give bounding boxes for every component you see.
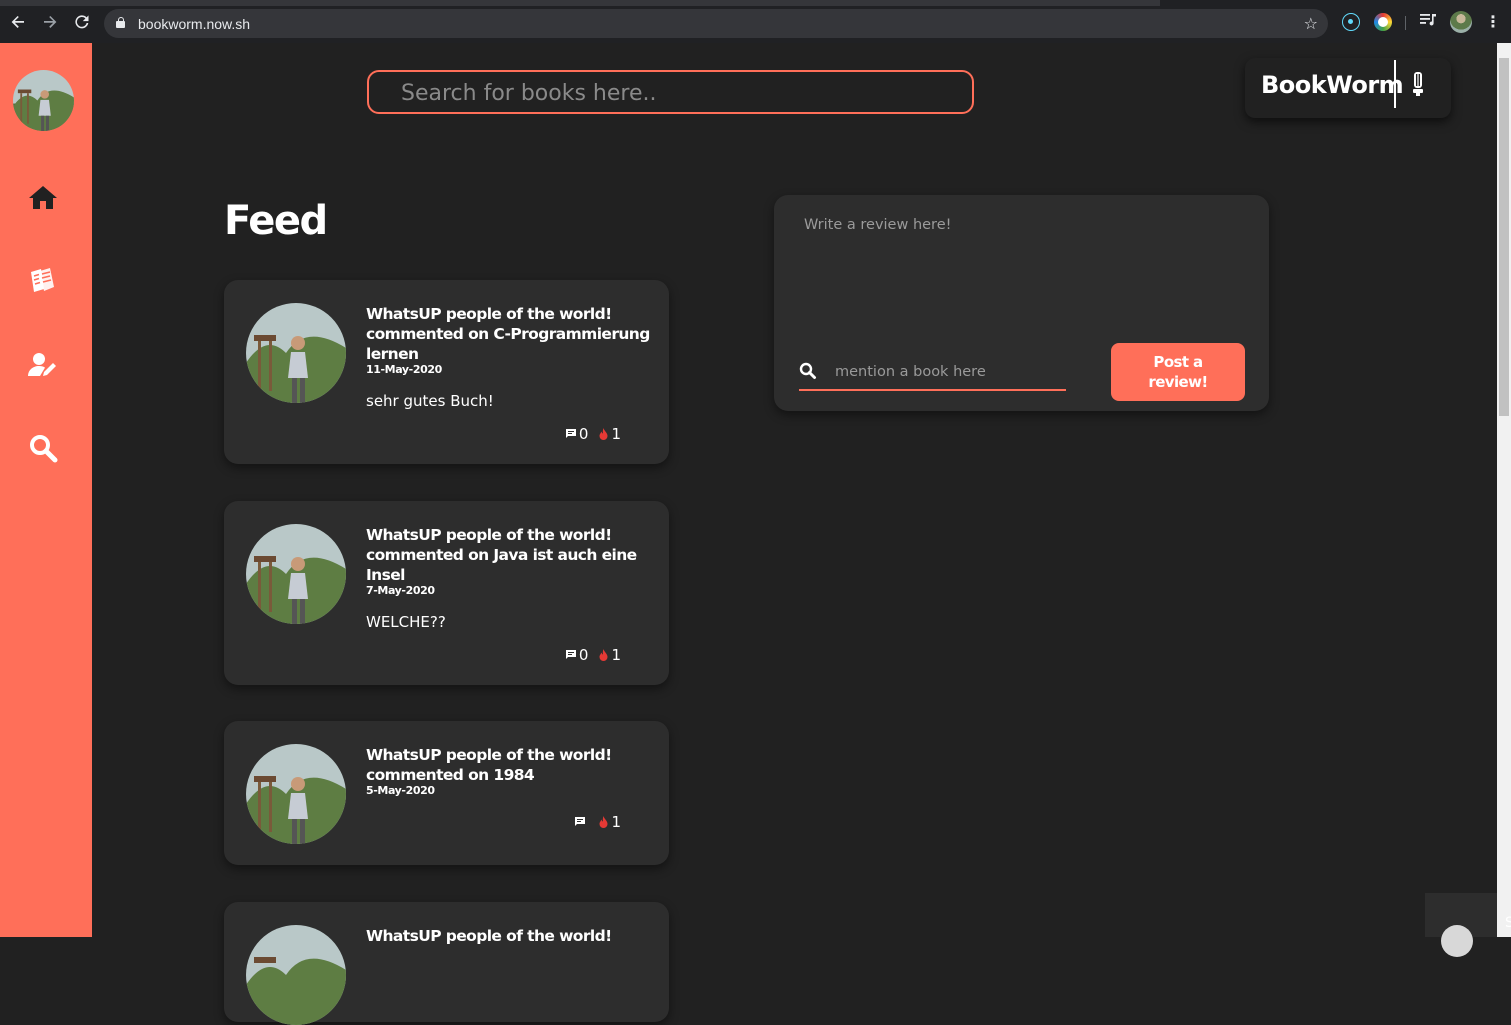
profile-avatar-icon[interactable] — [1450, 11, 1472, 33]
user-edit-icon[interactable] — [26, 348, 62, 384]
flame-icon — [599, 816, 608, 828]
lock-icon — [116, 17, 125, 28]
post-avatar[interactable] — [246, 524, 346, 624]
post-heading: WhatsUP people of the world! commented o… — [366, 525, 651, 585]
comment-count-value: 0 — [578, 646, 589, 664]
scrollbar-thumb[interactable] — [1499, 58, 1509, 416]
post-text: sehr gutes Buch! — [366, 392, 494, 410]
home-icon[interactable] — [26, 181, 62, 217]
comment-icon — [565, 650, 576, 659]
feed-title: Feed — [224, 198, 328, 244]
like-count-value: 1 — [611, 646, 621, 664]
address-bar[interactable]: bookworm.now.sh ☆ — [104, 9, 1328, 38]
url-text: bookworm.now.sh — [138, 16, 251, 32]
user-avatar[interactable] — [13, 70, 74, 131]
post-action[interactable]: commented on Java ist auch eine Insel — [366, 545, 651, 585]
page-scrollbar[interactable] — [1497, 43, 1511, 937]
post-text: WELCHE?? — [366, 613, 446, 631]
back-icon[interactable] — [9, 13, 27, 31]
like-count-value: 1 — [611, 813, 621, 831]
lamp-icon[interactable] — [1411, 72, 1425, 96]
post-stats: 0 1 — [555, 425, 621, 443]
comment-count[interactable]: 0 — [565, 646, 589, 664]
post-date: 5-May-2020 — [366, 784, 435, 797]
post-heading: WhatsUP people of the world! — [366, 926, 651, 946]
flame-icon — [599, 649, 608, 661]
feed-post[interactable]: WhatsUP people of the world! commented o… — [224, 280, 669, 464]
book-search-box[interactable] — [367, 70, 974, 114]
search-icon[interactable] — [26, 431, 62, 467]
post-heading: WhatsUP people of the world! commented o… — [366, 745, 651, 785]
books-icon[interactable] — [26, 263, 62, 299]
comment-count[interactable] — [575, 817, 588, 827]
post-stats: 0 1 — [555, 646, 621, 664]
brand-box: BookWorm — [1245, 58, 1451, 118]
post-action[interactable]: commented on C-Programmierung lernen — [366, 324, 651, 364]
forward-icon[interactable] — [41, 13, 59, 31]
review-textarea[interactable] — [804, 217, 1244, 327]
comment-count[interactable]: 0 — [565, 425, 589, 443]
post-stats: 1 — [564, 813, 621, 831]
post-heading: WhatsUP people of the world! commented o… — [366, 304, 651, 364]
feed-post[interactable]: WhatsUP people of the world! commented o… — [224, 721, 669, 865]
menu-dots-icon[interactable]: ⋮ — [1484, 13, 1502, 31]
comment-icon — [565, 429, 576, 438]
like-count[interactable]: 1 — [599, 813, 621, 831]
like-count-value: 1 — [611, 425, 621, 443]
post-date: 11-May-2020 — [366, 363, 442, 376]
post-review-button[interactable]: Post a review! — [1111, 343, 1245, 401]
book-search-input[interactable] — [401, 78, 961, 108]
feed-post[interactable]: WhatsUP people of the world! commented o… — [224, 501, 669, 685]
post-user[interactable]: WhatsUP people of the world! — [366, 525, 651, 545]
bookmark-star-icon[interactable]: ☆ — [1304, 14, 1318, 33]
chat-widget-text: S — [1505, 915, 1511, 931]
post-user[interactable]: WhatsUP people of the world! — [366, 745, 651, 765]
sidebar — [0, 43, 92, 937]
mention-book-input[interactable] — [835, 361, 1060, 383]
flame-icon — [599, 428, 608, 440]
chat-widget[interactable]: S — [1425, 893, 1511, 957]
post-avatar[interactable] — [246, 925, 346, 1025]
post-avatar[interactable] — [246, 744, 346, 844]
post-avatar[interactable] — [246, 303, 346, 403]
post-action[interactable]: commented on 1984 — [366, 765, 651, 785]
reload-icon[interactable] — [73, 13, 91, 31]
feed-post[interactable]: WhatsUP people of the world! — [224, 902, 669, 1025]
post-user[interactable]: WhatsUP people of the world! — [366, 926, 651, 946]
brand-name: BookWorm — [1261, 71, 1404, 99]
toolbar-divider — [1405, 16, 1406, 30]
search-icon — [799, 362, 816, 379]
react-devtools-icon[interactable] — [1342, 13, 1360, 31]
like-count[interactable]: 1 — [599, 646, 621, 664]
chat-avatar — [1441, 925, 1473, 957]
post-review-label-1: Post a — [1153, 353, 1203, 371]
color-picker-icon[interactable] — [1374, 13, 1392, 31]
brand-divider — [1394, 60, 1396, 108]
comment-icon — [575, 817, 586, 826]
browser-chrome: bookworm.now.sh ☆ ⋮ — [0, 0, 1511, 43]
media-control-icon[interactable] — [1419, 13, 1437, 31]
review-panel: Post a review! — [774, 195, 1269, 411]
comment-count-value: 0 — [578, 425, 589, 443]
post-review-label-2: review! — [1148, 373, 1208, 391]
post-user[interactable]: WhatsUP people of the world! — [366, 304, 651, 324]
post-date: 7-May-2020 — [366, 584, 435, 597]
tab-strip — [0, 0, 1511, 6]
like-count[interactable]: 1 — [599, 425, 621, 443]
mention-book-field[interactable] — [799, 357, 1066, 391]
